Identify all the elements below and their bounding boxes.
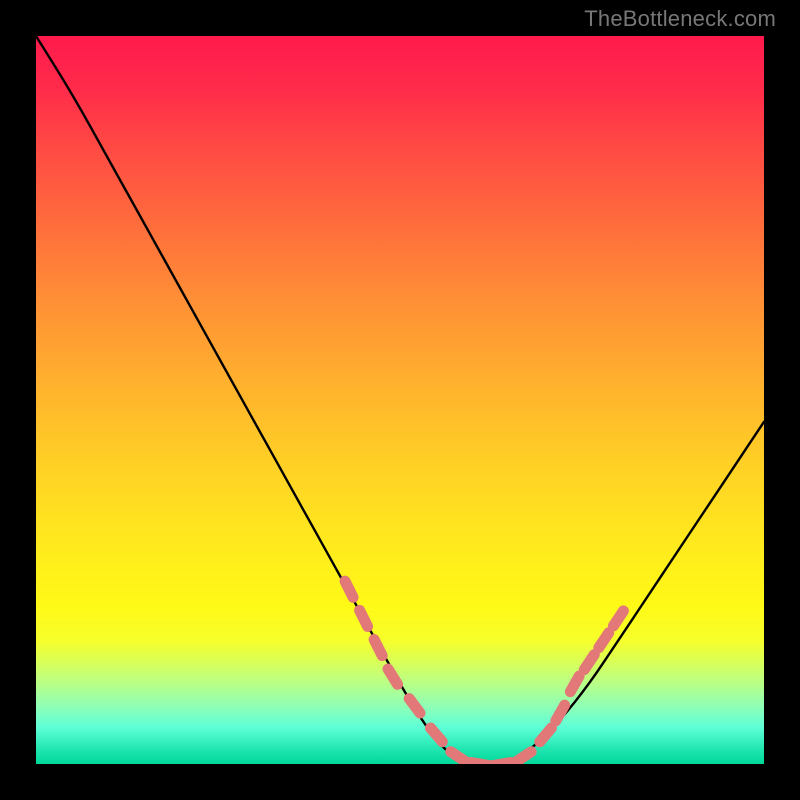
marker-point bbox=[451, 752, 466, 762]
marker-point bbox=[613, 611, 623, 626]
chart-container: TheBottleneck.com bbox=[0, 0, 800, 800]
plot-area bbox=[36, 36, 764, 764]
marker-point bbox=[556, 705, 565, 721]
marker-point bbox=[584, 655, 594, 670]
marker-point bbox=[388, 669, 398, 684]
marker-point bbox=[431, 728, 443, 742]
marker-point bbox=[409, 699, 420, 713]
marker-point bbox=[516, 752, 531, 762]
marker-point bbox=[374, 640, 382, 656]
measured-points bbox=[345, 581, 623, 764]
marker-point bbox=[360, 610, 368, 626]
marker-point bbox=[471, 763, 489, 765]
marker-point bbox=[540, 728, 552, 742]
marker-point bbox=[345, 581, 353, 597]
curve-layer bbox=[36, 36, 764, 764]
marker-point bbox=[570, 676, 579, 692]
marker-point bbox=[599, 633, 609, 648]
watermark-text: TheBottleneck.com bbox=[584, 6, 776, 32]
marker-point bbox=[493, 763, 511, 765]
bottleneck-curve bbox=[36, 36, 764, 764]
